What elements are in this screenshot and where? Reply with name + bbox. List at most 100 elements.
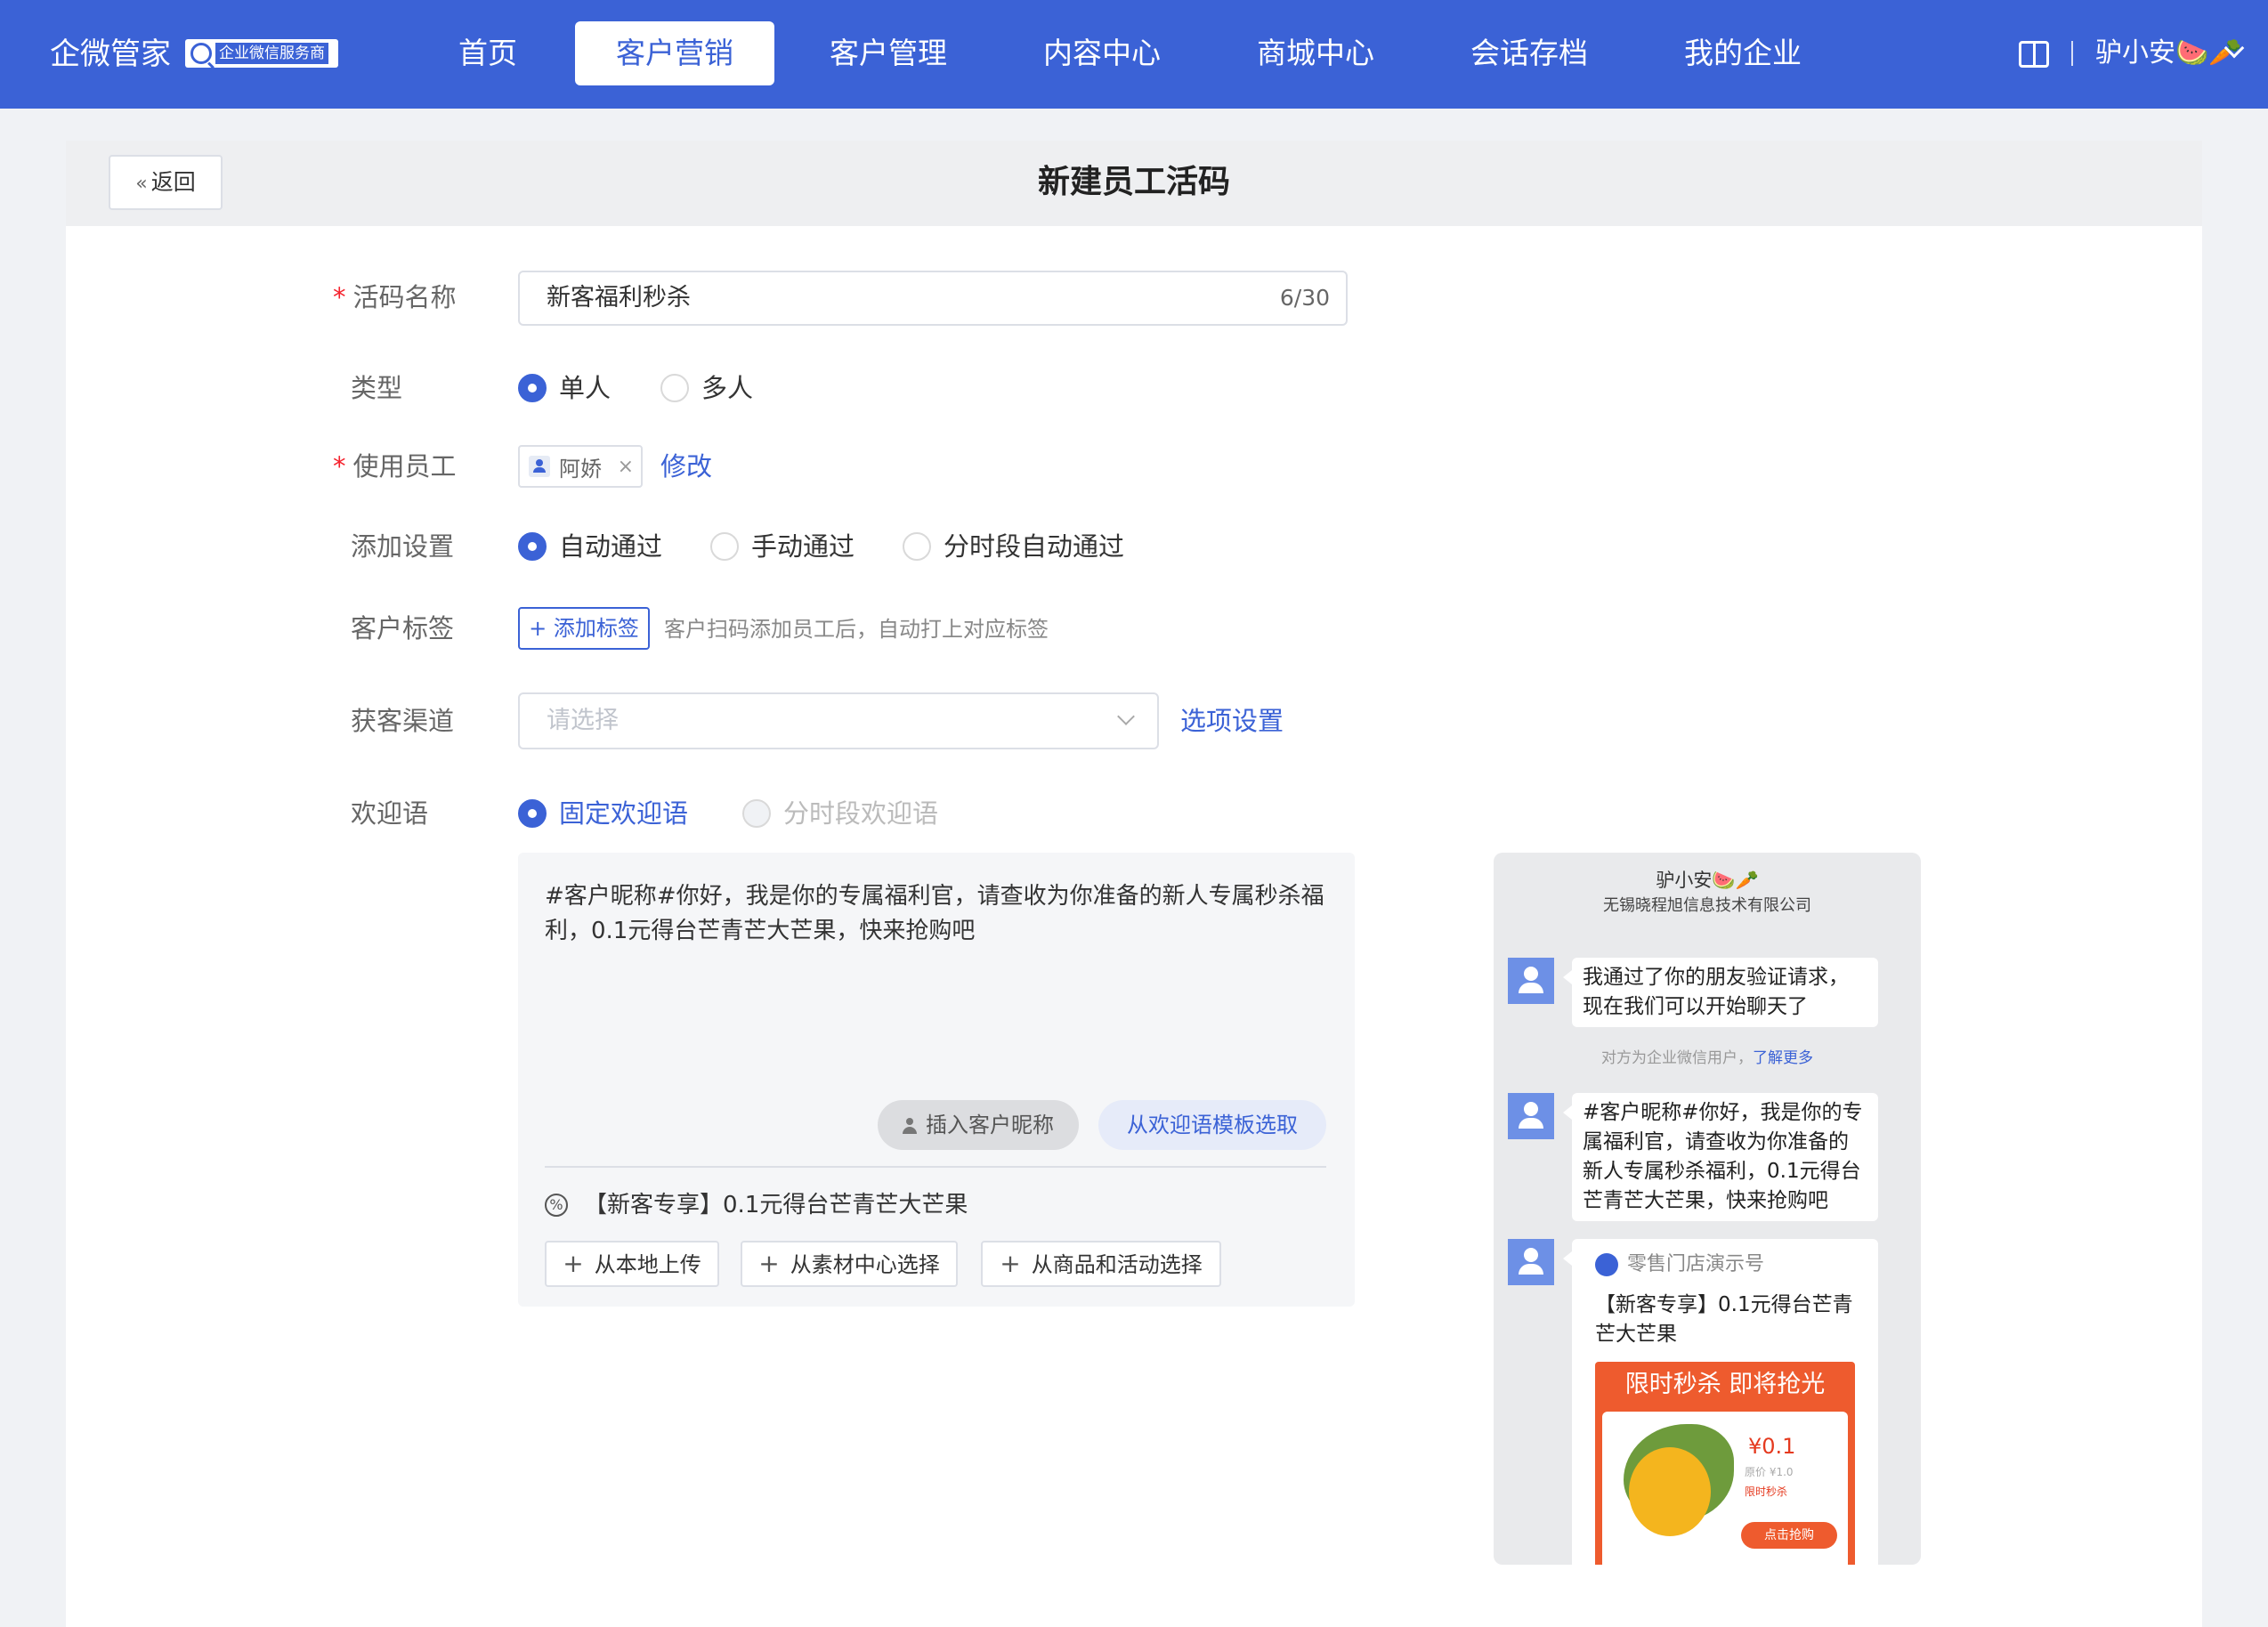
radio-unchecked-icon xyxy=(660,374,689,402)
option-settings-link[interactable]: 选项设置 xyxy=(1180,701,1284,741)
system-note: 对方为企业微信用户，了解更多 xyxy=(1494,1047,1921,1070)
preview-user-name: 驴小安🍉🥕 xyxy=(1656,870,1759,891)
page-title: 新建员工活码 xyxy=(1037,164,1230,200)
required-mark: * xyxy=(333,451,346,482)
plus-icon: + xyxy=(563,1249,584,1278)
radio-checked-icon xyxy=(518,532,547,561)
radio-checked-icon xyxy=(518,799,547,828)
learn-more-link[interactable]: 了解更多 xyxy=(1753,1049,1813,1067)
promo-buy-button: 点击抢购 xyxy=(1741,1522,1837,1549)
required-mark: * xyxy=(333,282,346,312)
nav-tab-customer-marketing[interactable]: 客户营销 xyxy=(575,21,774,85)
close-icon[interactable]: × xyxy=(618,456,634,478)
upload-local-button[interactable]: + 从本地上传 xyxy=(545,1241,719,1287)
person-icon xyxy=(529,456,550,477)
promo-price: ¥0.1 xyxy=(1748,1434,1796,1459)
plus-icon: + xyxy=(529,616,554,641)
nav-tab-my-enterprise[interactable]: 我的企业 xyxy=(1654,21,1832,85)
welcome-label: 欢迎语 xyxy=(351,798,429,829)
radio-auto-pass[interactable]: 自动通过 xyxy=(518,527,662,566)
nav-tab-session-archive[interactable]: 会话存档 xyxy=(1440,21,1618,85)
system-note-text: 对方为企业微信用户， xyxy=(1601,1049,1753,1067)
promo-header: 限时秒杀 即将抢光 xyxy=(1624,1371,1826,1398)
nav-tab-home[interactable]: 首页 xyxy=(425,21,550,85)
radio-fixed-welcome[interactable]: 固定欢迎语 xyxy=(518,794,688,833)
add-tag-button[interactable]: + 添加标签 xyxy=(518,607,650,650)
mini-source-label: 零售门店演示号 xyxy=(1627,1253,1765,1275)
products-activities-label: 从商品和活动选择 xyxy=(1031,1252,1203,1277)
radio-unchecked-icon xyxy=(903,532,931,561)
nav-tab-mall-center[interactable]: 商城中心 xyxy=(1227,21,1405,85)
edit-staff-link[interactable]: 修改 xyxy=(660,447,712,486)
person-icon xyxy=(903,1118,917,1134)
card-header: «返回 新建员工活码 xyxy=(66,141,2202,226)
plus-icon: + xyxy=(758,1249,780,1278)
welcome-editor: #客户昵称#你好，我是你的专属福利官，请查收为你准备的新人专属秒杀福利，0.1元… xyxy=(518,853,1355,1307)
attachment-item[interactable]: % 【新客专享】0.1元得台芒青芒大芒果 xyxy=(545,1187,968,1223)
promo-image: 限时秒杀 即将抢光 ¥0.1 原价 ¥1.0 限时秒杀 点击抢购 xyxy=(1595,1362,1855,1565)
main-card: «返回 新建员工活码 * 活码名称 新客福利秒杀 6/30 类型 单人 多人 * 使… xyxy=(66,141,2202,1627)
avatar xyxy=(1508,958,1554,1004)
chat-bubble-welcome: #客户昵称#你好，我是你的专属福利官，请查收为你准备的新人专属秒杀福利，0.1元… xyxy=(1563,1093,1878,1221)
name-label: * 活码名称 xyxy=(333,278,457,317)
radio-timed-welcome[interactable]: 分时段欢迎语 xyxy=(742,794,938,833)
promo-original-price: 原价 ¥1.0 xyxy=(1745,1466,1794,1478)
name-label-text: 活码名称 xyxy=(352,282,457,312)
user-name[interactable]: 驴小安🍉🥕 xyxy=(2095,34,2242,73)
products-activities-button[interactable]: + 从商品和活动选择 xyxy=(981,1241,1221,1287)
radio-single-label: 单人 xyxy=(559,373,612,403)
add-tag-label: 添加标签 xyxy=(553,616,639,641)
mini-program-logo-icon xyxy=(1595,1253,1618,1276)
discount-icon: % xyxy=(545,1194,568,1217)
radio-timed-auto-pass[interactable]: 分时段自动通过 xyxy=(903,527,1124,566)
staff-label-text: 使用员工 xyxy=(352,451,457,482)
plus-icon: + xyxy=(1000,1249,1021,1278)
radio-timed-auto-pass-label: 分时段自动通过 xyxy=(944,531,1125,562)
radio-disabled-icon xyxy=(742,799,771,828)
insert-nickname-label: 插入客户昵称 xyxy=(926,1113,1054,1137)
mini-program-source: 零售门店演示号 xyxy=(1595,1250,1764,1280)
welcome-textarea[interactable]: #客户昵称#你好，我是你的专属福利官，请查收为你准备的新人专属秒杀福利，0.1元… xyxy=(545,879,1328,949)
chat-preview: 驴小安🍉🥕 无锡晓程旭信息技术有限公司 我通过了你的朋友验证请求，现在我们可以开… xyxy=(1494,853,1921,1565)
mini-program-title: 【新客专享】0.1元得台芒青芒大芒果 xyxy=(1595,1293,1853,1346)
service-provider-badge: 企业微信服务商 xyxy=(185,39,338,68)
from-template-button[interactable]: 从欢迎语模板选取 xyxy=(1098,1100,1326,1150)
chat-bubble-verify: 我通过了你的朋友验证请求，现在我们可以开始聊天了 xyxy=(1563,958,1878,1027)
material-center-label: 从素材中心选择 xyxy=(790,1252,940,1277)
radio-multi[interactable]: 多人 xyxy=(660,368,753,408)
attachment-title: 【新客专享】0.1元得台芒青芒大芒果 xyxy=(584,1192,968,1218)
staff-chip: 阿娇 × xyxy=(518,445,643,488)
channel-label: 获客渠道 xyxy=(351,706,455,736)
top-nav-bar: 企微管家 企业微信服务商 首页 客户营销 客户管理 内容中心 商城中心 会话存档… xyxy=(0,0,2268,109)
promo-flash-label: 限时秒杀 xyxy=(1745,1485,1788,1498)
brand-name[interactable]: 企微管家 xyxy=(50,32,171,77)
code-name-input[interactable]: 新客福利秒杀 6/30 xyxy=(518,271,1348,326)
upload-local-label: 从本地上传 xyxy=(594,1252,701,1277)
radio-manual-pass-label: 手动通过 xyxy=(751,531,855,562)
badge-label: 企业微信服务商 xyxy=(215,43,328,64)
wecom-icon xyxy=(190,43,212,64)
channel-select[interactable]: 请选择 xyxy=(518,692,1159,749)
avatar xyxy=(1508,1093,1554,1139)
tags-hint: 客户扫码添加员工后，自动打上对应标签 xyxy=(664,617,1049,642)
book-icon[interactable] xyxy=(2019,41,2049,68)
chevron-down-icon xyxy=(1117,708,1135,725)
code-name-value: 新客福利秒杀 xyxy=(547,284,691,312)
nav-tab-content-center[interactable]: 内容中心 xyxy=(1013,21,1191,85)
divider xyxy=(2071,41,2073,66)
type-label: 类型 xyxy=(351,373,403,403)
avatar xyxy=(1508,1239,1554,1285)
char-counter: 6/30 xyxy=(1279,285,1330,311)
material-center-button[interactable]: + 从素材中心选择 xyxy=(741,1241,958,1287)
radio-manual-pass[interactable]: 手动通过 xyxy=(710,527,855,566)
preview-company: 无锡晓程旭信息技术有限公司 xyxy=(1603,896,1811,915)
nav-tab-customer-management[interactable]: 客户管理 xyxy=(799,21,977,85)
promo-product-card: ¥0.1 原价 ¥1.0 限时秒杀 点击抢购 xyxy=(1602,1412,1848,1565)
insert-nickname-button[interactable]: 插入客户昵称 xyxy=(878,1100,1079,1150)
radio-single[interactable]: 单人 xyxy=(518,368,611,408)
customer-tags-label: 客户标签 xyxy=(351,613,455,644)
radio-timed-welcome-label: 分时段欢迎语 xyxy=(783,798,939,829)
radio-unchecked-icon xyxy=(710,532,739,561)
staff-label: * 使用员工 xyxy=(333,447,457,486)
add-setting-label: 添加设置 xyxy=(351,531,455,562)
